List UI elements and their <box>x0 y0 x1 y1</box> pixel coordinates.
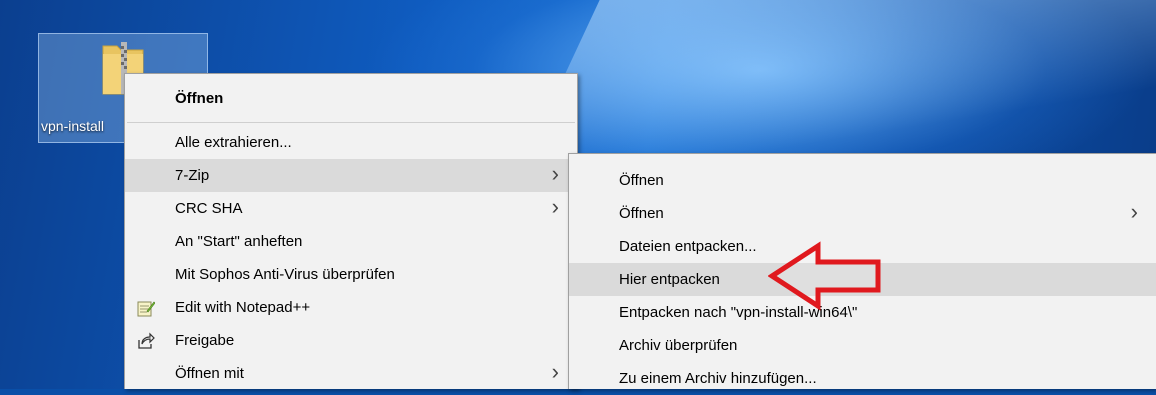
submenu-item-label: Öffnen <box>619 205 664 222</box>
desktop-icon-label: vpn-install <box>41 118 105 134</box>
wallpaper-light-ray <box>520 0 1156 170</box>
menu-item-edit-notepad[interactable]: Edit with Notepad++ <box>125 291 577 324</box>
menu-item-extract-all[interactable]: Alle extrahieren... <box>125 126 577 159</box>
menu-item-open[interactable]: Öffnen <box>125 82 577 115</box>
submenu-item-open-sub[interactable]: Öffnen › <box>569 197 1156 230</box>
submenu-item-add-to-archive[interactable]: Zu einem Archiv hinzufügen... <box>569 362 1156 395</box>
menu-item-label: Öffnen <box>175 90 224 107</box>
menu-item-label: CRC SHA <box>175 200 243 217</box>
submenu-item-open[interactable]: Öffnen <box>569 164 1156 197</box>
chevron-right-icon: › <box>1130 199 1138 224</box>
menu-item-share[interactable]: Freigabe <box>125 324 577 357</box>
menu-item-label: Freigabe <box>175 332 235 349</box>
notepad-plus-icon <box>137 301 155 317</box>
menu-item-label: Öffnen mit <box>175 365 244 382</box>
submenu-item-label: Öffnen <box>619 172 664 189</box>
menu-item-label: An "Start" anheften <box>175 233 303 250</box>
menu-item-label: Edit with Notepad++ <box>175 299 311 316</box>
context-menu: Öffnen Alle extrahieren... 7-Zip › CRC S… <box>124 73 578 389</box>
red-arrow-annotation-icon <box>768 241 881 311</box>
menu-item-open-with[interactable]: Öffnen mit › <box>125 357 577 390</box>
menu-item-sophos-scan[interactable]: Mit Sophos Anti-Virus überprüfen <box>125 258 577 291</box>
menu-item-label: 7-Zip <box>175 167 210 184</box>
menu-separator <box>127 122 575 123</box>
menu-item-7zip[interactable]: 7-Zip › <box>125 159 577 192</box>
submenu-item-label: Archiv überprüfen <box>619 337 738 354</box>
submenu-item-label: Zu einem Archiv hinzufügen... <box>619 370 817 387</box>
menu-item-label: Alle extrahieren... <box>175 134 292 151</box>
submenu-item-label: Dateien entpacken... <box>619 238 757 255</box>
chevron-right-icon: › <box>551 359 559 384</box>
chevron-right-icon: › <box>551 161 559 186</box>
share-icon <box>138 332 155 349</box>
menu-item-crc-sha[interactable]: CRC SHA › <box>125 192 577 225</box>
menu-item-label: Mit Sophos Anti-Virus überprüfen <box>175 266 395 283</box>
menu-item-pin-to-start[interactable]: An "Start" anheften <box>125 225 577 258</box>
chevron-right-icon: › <box>551 194 559 219</box>
submenu-item-test-archive[interactable]: Archiv überprüfen <box>569 329 1156 362</box>
submenu-item-label: Hier entpacken <box>619 271 720 288</box>
